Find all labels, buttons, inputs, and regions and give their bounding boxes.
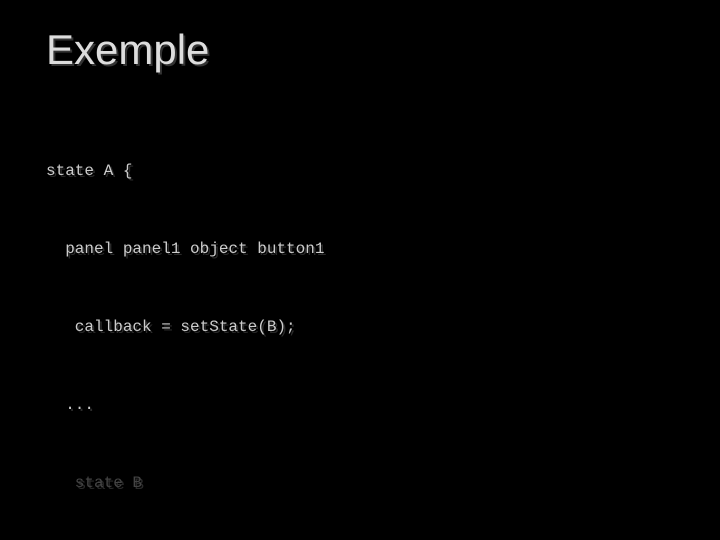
- slide-title: Exemple: [46, 26, 209, 74]
- code-line: ...: [46, 392, 382, 418]
- code-line: state A {: [46, 158, 382, 184]
- code-line: callback = setState(B);: [46, 314, 382, 340]
- code-line: panel panel1 object button1: [46, 236, 382, 262]
- code-block: state A { panel panel1 object button1 ca…: [46, 106, 382, 540]
- code-line-faded: state B: [46, 470, 382, 496]
- slide: Exemple Exemple state A { panel panel1 o…: [0, 0, 720, 540]
